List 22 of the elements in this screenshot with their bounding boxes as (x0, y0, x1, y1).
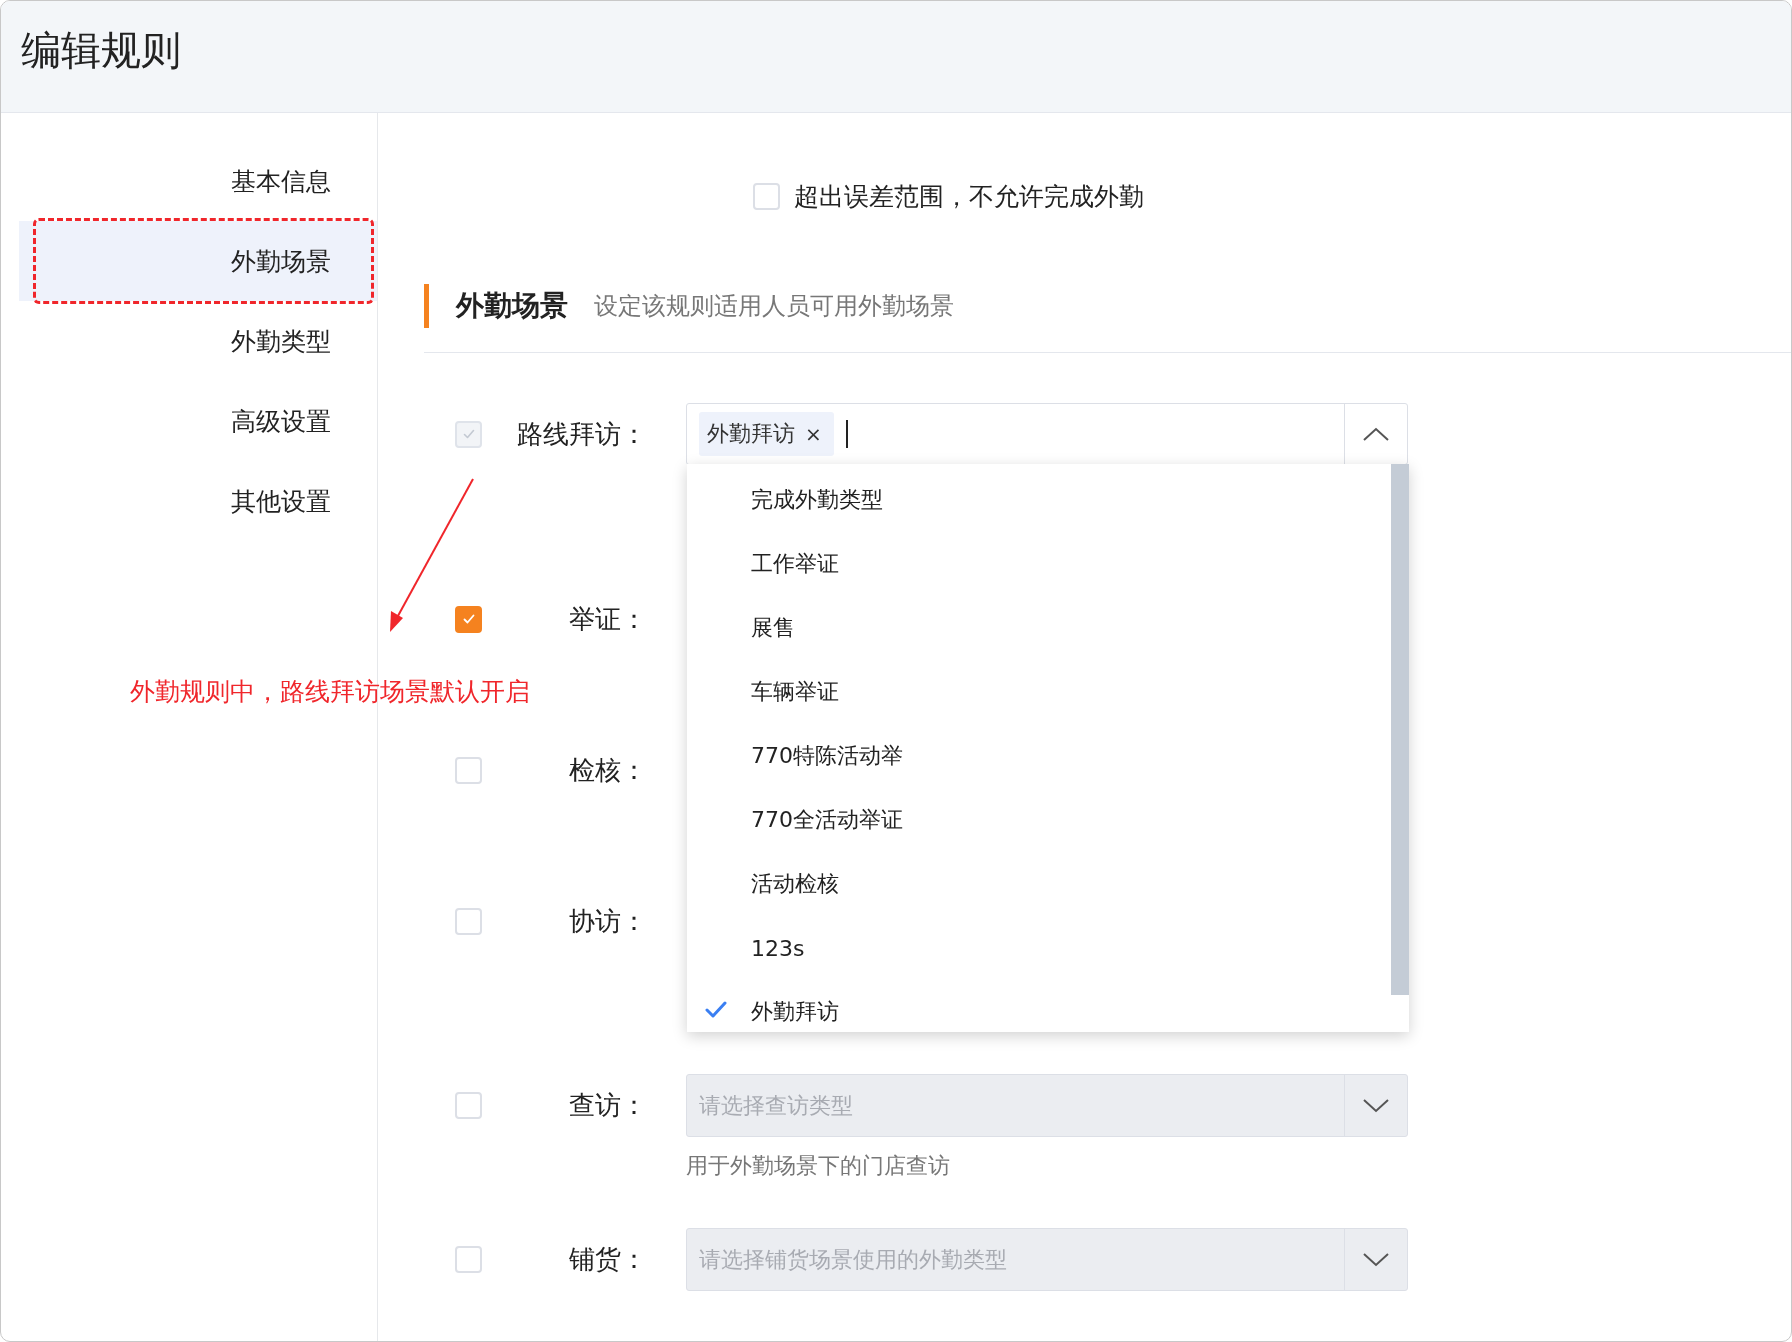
sidebar-item[interactable]: 其他设置 (19, 461, 377, 541)
sidebar-item[interactable]: 外勤类型 (19, 301, 377, 381)
option-label: 超出误差范围，不允许完成外勤 (794, 180, 1144, 213)
tag-label: 外勤拜访 (707, 420, 795, 448)
window-title: 编辑规则 (20, 26, 181, 75)
field-hint: 用于外勤场景下的门店查访 (686, 1152, 951, 1180)
field-label: 检核： (568, 753, 647, 787)
text-cursor (845, 420, 848, 448)
section-title: 外勤场景 (456, 288, 568, 324)
field-label: 查访： (568, 1089, 647, 1122)
section-description: 设定该规则适用人员可用外勤场景 (594, 291, 954, 322)
field-label: 举证： (568, 602, 647, 636)
field-label: 协访： (568, 904, 647, 938)
sidebar-item[interactable]: 基本信息 (19, 141, 377, 221)
sidebar-item[interactable]: 高级设置 (19, 381, 377, 461)
field-label: 铺货： (568, 1243, 647, 1276)
checkbox[interactable] (455, 605, 482, 633)
checkmark-icon (705, 1000, 727, 1018)
annotation-note: 外勤规则中，路线拜访场景默认开启 (130, 676, 530, 708)
section-accent-bar (424, 284, 429, 328)
field-label: 路线拜访： (516, 417, 647, 451)
sidebar-item[interactable]: 外勤场景 (19, 221, 377, 301)
